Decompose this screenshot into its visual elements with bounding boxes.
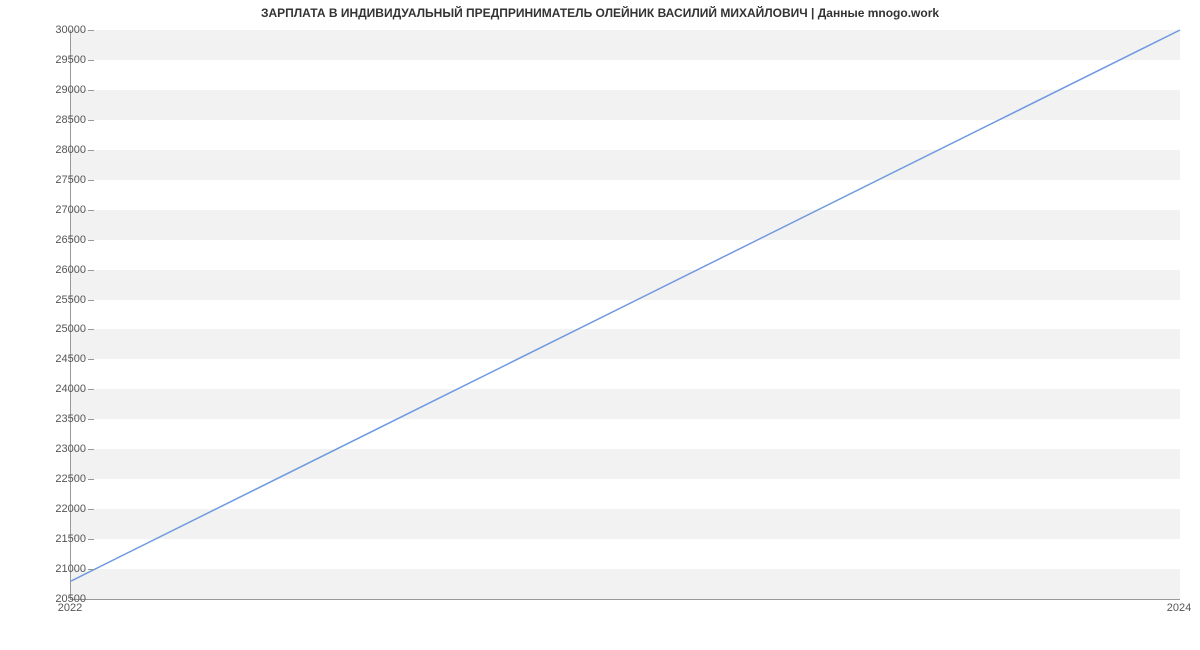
salary-line-chart: ЗАРПЛАТА В ИНДИВИДУАЛЬНЫЙ ПРЕДПРИНИМАТЕЛ… (0, 0, 1200, 650)
y-tick-label: 24000 (26, 383, 86, 395)
y-tick-label: 25000 (26, 323, 86, 335)
chart-title: ЗАРПЛАТА В ИНДИВИДУАЛЬНЫЙ ПРЕДПРИНИМАТЕЛ… (0, 6, 1200, 20)
y-tick-label: 28500 (26, 114, 86, 126)
y-tick-label: 30000 (26, 24, 86, 36)
y-tick-label: 27500 (26, 174, 86, 186)
line-layer (71, 30, 1180, 599)
y-tick-label: 29500 (26, 54, 86, 66)
y-tick-label: 22000 (26, 503, 86, 515)
y-tick-label: 21500 (26, 533, 86, 545)
y-tick-label: 28000 (26, 144, 86, 156)
y-tick-label: 27000 (26, 204, 86, 216)
x-tick-label: 2024 (1167, 602, 1191, 614)
y-tick-label: 23000 (26, 443, 86, 455)
y-tick-label: 26500 (26, 234, 86, 246)
y-tick-label: 25500 (26, 294, 86, 306)
series-line (71, 30, 1180, 581)
y-tick-label: 23500 (26, 413, 86, 425)
y-tick-label: 21000 (26, 563, 86, 575)
y-tick-label: 22500 (26, 473, 86, 485)
y-tick-label: 29000 (26, 84, 86, 96)
y-tick-label: 26000 (26, 264, 86, 276)
plot-area (70, 30, 1180, 600)
x-tick-label: 2022 (58, 602, 82, 614)
y-tick-label: 24500 (26, 353, 86, 365)
